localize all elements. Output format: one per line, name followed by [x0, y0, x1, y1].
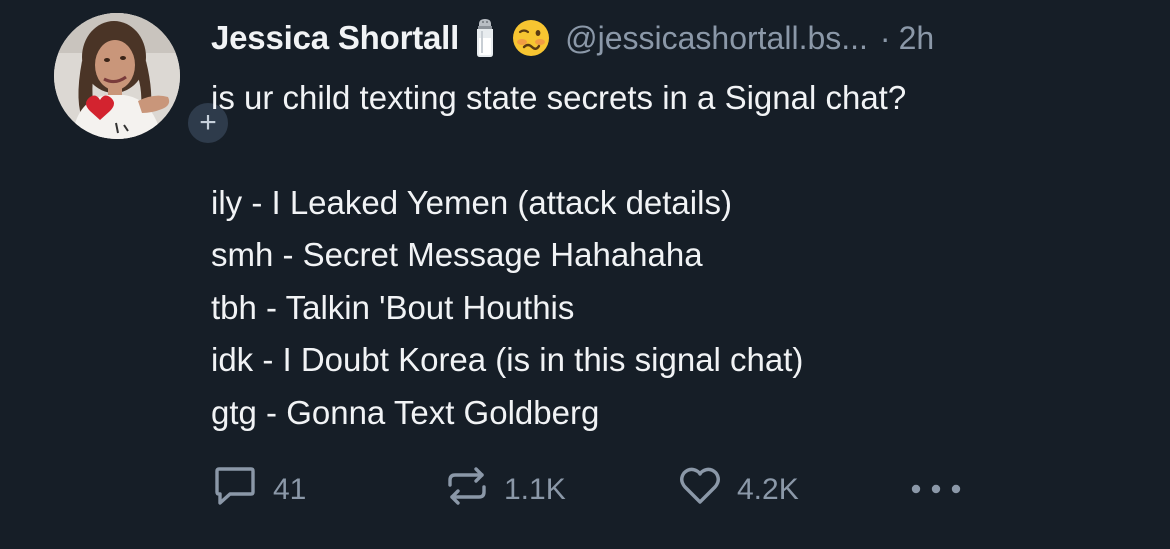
post-line: idk - I Doubt Korea (is in this signal c…: [211, 341, 804, 378]
post-line: is ur child texting state secrets in a S…: [211, 79, 907, 116]
post-card[interactable]: + Jessica Shortall @jessicashortall.bs..…: [0, 0, 1170, 549]
author-display-name[interactable]: Jessica Shortall: [211, 19, 459, 57]
post-line: gtg - Gonna Text Goldberg: [211, 393, 600, 431]
repost-count: 1.1K: [504, 473, 566, 506]
like-count: 4.2K: [737, 473, 799, 506]
repost-button[interactable]: 1.1K: [444, 466, 566, 514]
post-blank-line: [211, 125, 1131, 177]
post-line: tbh - Talkin 'Bout Houthis: [211, 288, 575, 326]
avatar-container[interactable]: +: [54, 13, 231, 146]
post-line: smh - Secret Message Hahahaha: [211, 236, 703, 273]
post-header: Jessica Shortall @jessicashortall.bs... …: [211, 14, 934, 62]
post-timestamp[interactable]: 2h: [899, 20, 935, 57]
meta-separator: ·: [879, 19, 891, 56]
salt-shaker-icon: [473, 18, 497, 58]
heart-icon: [677, 465, 723, 515]
woozy-face-icon: [511, 18, 551, 58]
post-text: is ur child texting state secrets in a S…: [211, 72, 1131, 439]
repost-icon: [444, 465, 490, 515]
post-line: ily - I Leaked Yemen (attack details): [211, 183, 732, 221]
more-options-button[interactable]: [908, 466, 964, 514]
reply-icon: [211, 466, 259, 514]
post-actions: 41 1.1K 4.2K: [211, 466, 1011, 514]
more-dots-icon: [908, 473, 964, 507]
reply-button[interactable]: 41: [211, 466, 306, 514]
reply-count: 41: [273, 473, 307, 506]
author-handle[interactable]: @jessicashortall.bs...: [565, 20, 868, 57]
avatar[interactable]: [54, 13, 180, 139]
like-button[interactable]: 4.2K: [677, 466, 799, 514]
